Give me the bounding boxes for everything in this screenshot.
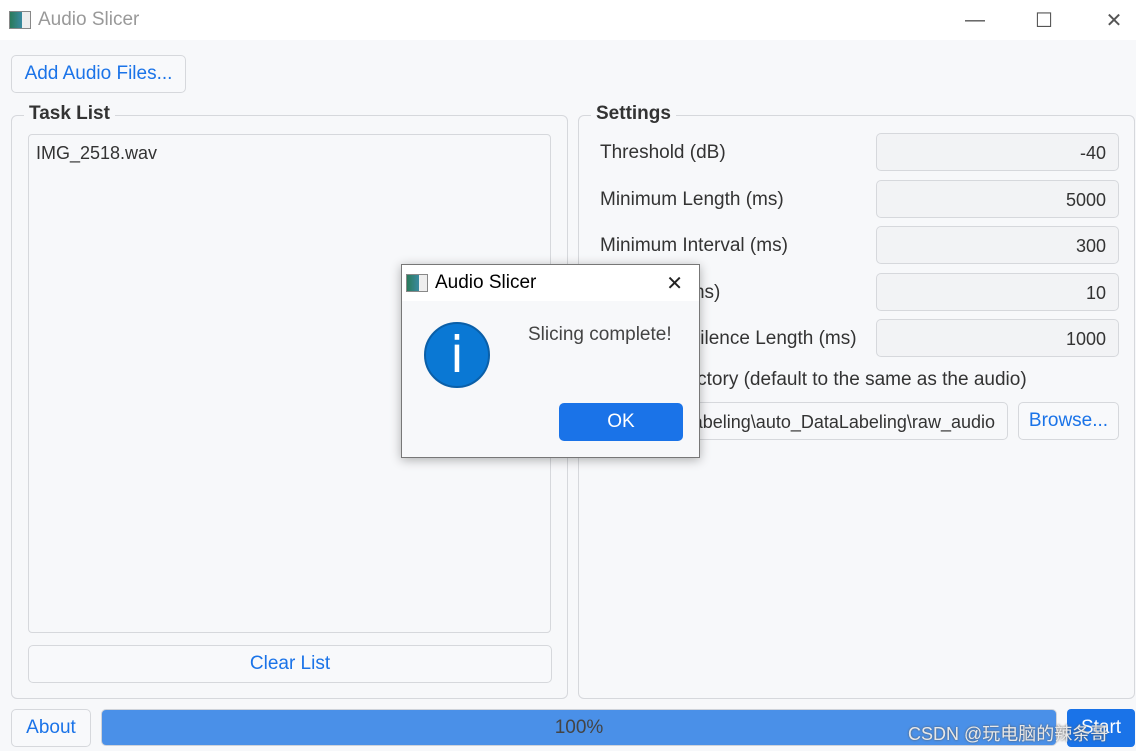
- clear-list-button[interactable]: Clear List: [28, 645, 552, 683]
- add-audio-files-button[interactable]: Add Audio Files...: [11, 55, 186, 93]
- min-interval-label: Minimum Interval (ms): [600, 235, 788, 256]
- threshold-input[interactable]: -40: [876, 133, 1119, 171]
- about-button[interactable]: About: [11, 709, 91, 747]
- settings-title: Settings: [591, 103, 676, 125]
- watermark: CSDN @玩电脑的辣条哥: [908, 724, 1109, 744]
- max-silence-input[interactable]: 1000: [876, 319, 1119, 357]
- progress-text: 100%: [554, 716, 604, 738]
- dialog-title: Audio Slicer: [435, 272, 537, 293]
- window-title: Audio Slicer: [38, 9, 140, 30]
- message-dialog: Audio Slicer ✕ i Slicing complete! OK: [401, 264, 700, 458]
- hop-size-input[interactable]: 10: [876, 273, 1119, 311]
- title-bar: Audio Slicer — ☐ ✕: [0, 0, 1136, 40]
- min-length-input[interactable]: 5000: [876, 180, 1119, 218]
- list-item[interactable]: IMG_2518.wav: [29, 135, 550, 172]
- browse-button[interactable]: Browse...: [1018, 402, 1119, 440]
- task-list-title: Task List: [24, 103, 115, 125]
- maximize-button[interactable]: ☐: [1019, 6, 1069, 34]
- app-icon: [406, 274, 428, 292]
- close-button[interactable]: ✕: [1089, 6, 1136, 34]
- dialog-message: Slicing complete!: [528, 324, 672, 345]
- min-interval-input[interactable]: 300: [876, 226, 1119, 264]
- app-icon: [9, 11, 31, 29]
- dialog-title-bar: Audio Slicer ✕: [402, 265, 699, 301]
- dialog-close-icon[interactable]: ✕: [666, 271, 683, 296]
- min-length-label: Minimum Length (ms): [600, 189, 784, 210]
- minimize-button[interactable]: —: [950, 6, 1000, 34]
- ok-button[interactable]: OK: [559, 403, 683, 441]
- threshold-label: Threshold (dB): [600, 142, 726, 163]
- info-icon: i: [424, 322, 490, 388]
